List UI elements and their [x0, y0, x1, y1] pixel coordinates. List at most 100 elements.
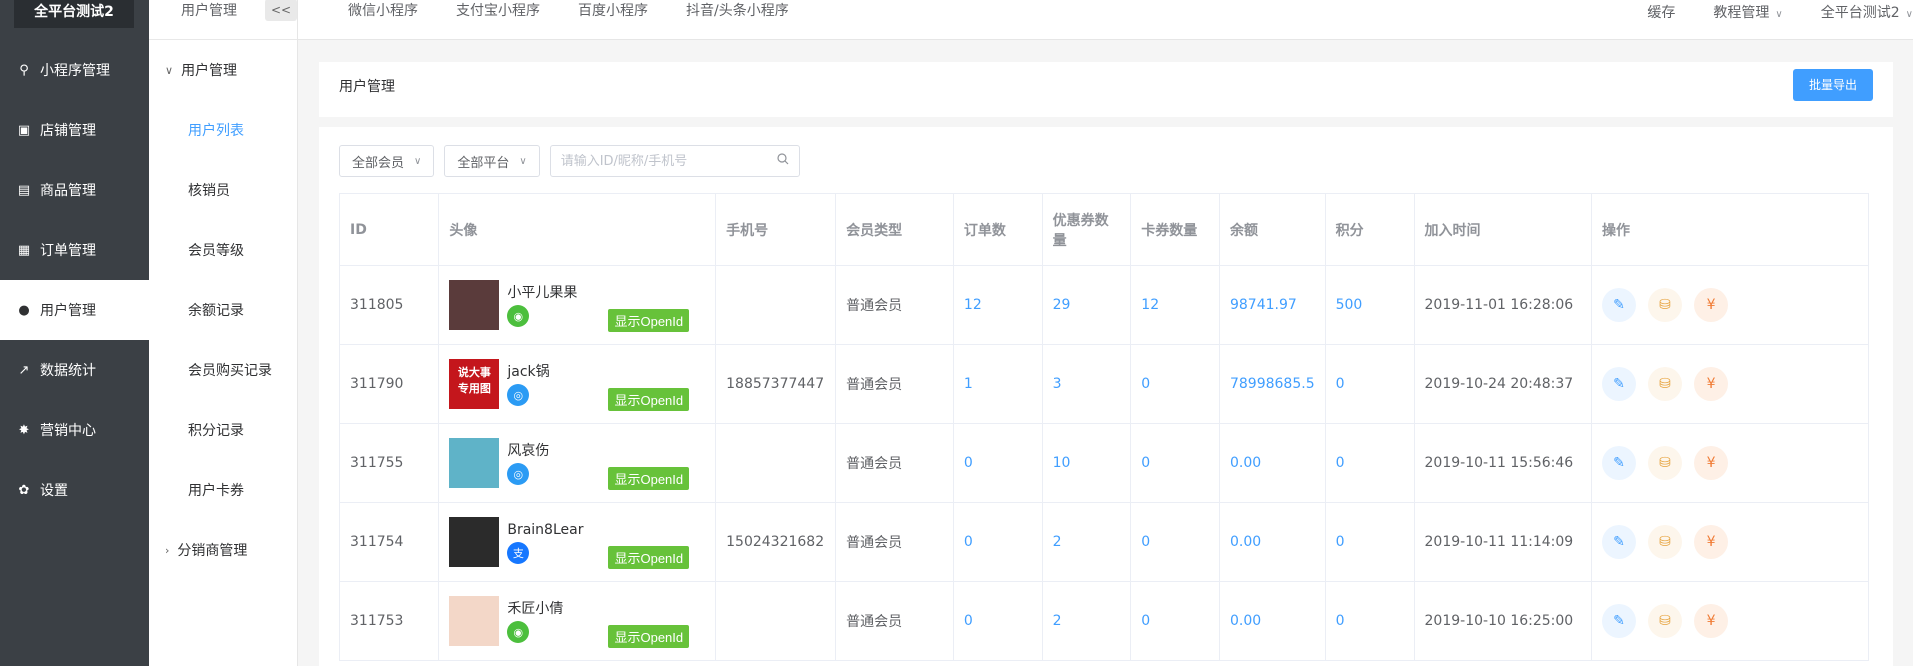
cell-coupons[interactable]: 10 — [1042, 423, 1132, 503]
search-input[interactable] — [560, 153, 761, 169]
account-menu[interactable]: 全平台测试2 ∨ — [1821, 2, 1913, 22]
cell-cards[interactable]: 0 — [1130, 423, 1220, 503]
sub-item-4[interactable]: 会员购买记录 — [149, 340, 297, 400]
coins-icon[interactable]: ⛁ — [1648, 446, 1683, 480]
cell-orders[interactable]: 0 — [953, 502, 1043, 582]
edit-icon[interactable]: ✎ — [1602, 446, 1637, 480]
top-tab-2[interactable]: 百度小程序 — [578, 0, 648, 20]
chevron-down-icon: ∨ — [1775, 9, 1783, 20]
money-bag-icon[interactable]: ¥ — [1694, 367, 1729, 401]
top-tab-0[interactable]: 微信小程序 — [348, 0, 418, 20]
edit-icon[interactable]: ✎ — [1602, 604, 1637, 638]
cell-points[interactable]: 0 — [1325, 344, 1415, 424]
cell-actions: ✎ ⛁ ¥ — [1591, 265, 1869, 345]
show-openid-button[interactable]: 显示OpenId — [608, 309, 690, 332]
nav-item-7[interactable]: ✿ 设置 — [0, 460, 149, 520]
platform-wx-icon: ◉ — [507, 305, 530, 327]
nav-item-label: 设置 — [40, 483, 68, 499]
cell-cards[interactable]: 0 — [1130, 502, 1220, 582]
money-bag-icon[interactable]: ¥ — [1694, 446, 1729, 480]
money-bag-icon[interactable]: ¥ — [1694, 288, 1729, 322]
coins-icon[interactable]: ⛁ — [1648, 525, 1683, 559]
cell-points[interactable]: 0 — [1325, 502, 1415, 582]
sub-item-5[interactable]: 积分记录 — [149, 400, 297, 460]
cell-cards[interactable]: 0 — [1130, 581, 1220, 661]
platform-tt-icon: ◎ — [507, 384, 530, 406]
nav-item-5[interactable]: ↗ 数据统计 — [0, 340, 149, 400]
top-tab-3[interactable]: 抖音/头条小程序 — [686, 0, 789, 20]
cell-balance[interactable]: 0.00 — [1219, 423, 1326, 503]
nav-item-6[interactable]: ✸ 营销中心 — [0, 400, 149, 460]
sub-group-distributor[interactable]: › 分销商管理 — [149, 520, 297, 580]
show-openid-button[interactable]: 显示OpenId — [608, 388, 690, 411]
cell-points[interactable]: 500 — [1325, 265, 1415, 345]
nav-item-0[interactable]: ⚲ 小程序管理 — [0, 40, 149, 100]
cell-coupons[interactable]: 2 — [1042, 502, 1132, 582]
sub-item-3[interactable]: 余额记录 — [149, 280, 297, 340]
sub-item-1[interactable]: 核销员 — [149, 160, 297, 220]
money-bag-icon[interactable]: ¥ — [1694, 604, 1729, 638]
sub-group-user[interactable]: ∨ 用户管理 — [149, 40, 297, 100]
cell-orders[interactable]: 1 — [953, 344, 1043, 424]
cell-cards[interactable]: 12 — [1130, 265, 1220, 345]
nav-item-1[interactable]: ▣ 店铺管理 — [0, 100, 149, 160]
collapse-button[interactable]: << — [265, 0, 297, 21]
edit-icon[interactable]: ✎ — [1602, 288, 1637, 322]
link-icon: ⚲ — [19, 62, 29, 78]
platform-ali-icon: 支 — [507, 542, 530, 564]
nav-item-2[interactable]: ▤ 商品管理 — [0, 160, 149, 220]
sub-item-2[interactable]: 会员等级 — [149, 220, 297, 280]
show-openid-button[interactable]: 显示OpenId — [608, 625, 690, 648]
nav-item-3[interactable]: ▦ 订单管理 — [0, 220, 149, 280]
cell-coupons[interactable]: 2 — [1042, 581, 1132, 661]
cell-orders[interactable]: 0 — [953, 581, 1043, 661]
main-sidebar: 全平台测试2 ⚲ 小程序管理 ▣ 店铺管理 ▤ 商品管理 ▦ 订单管理 ● 用户管理 ↗ 数据统计 ✸ 营… — [0, 0, 149, 666]
cell-orders[interactable]: 12 — [953, 265, 1043, 345]
edit-icon[interactable]: ✎ — [1602, 525, 1637, 559]
avatar — [449, 280, 500, 330]
cell-cards[interactable]: 0 — [1130, 344, 1220, 424]
cell-balance[interactable]: 0.00 — [1219, 502, 1326, 582]
column-header: 头像 — [438, 193, 717, 266]
top-tab-1[interactable]: 支付宝小程序 — [456, 0, 540, 20]
platform-filter-select[interactable]: 全部平台 ∨ — [444, 145, 540, 177]
nav-item-4[interactable]: ● 用户管理 — [0, 280, 149, 340]
coins-icon[interactable]: ⛁ — [1648, 604, 1683, 638]
tutorial-menu[interactable]: 教程管理 ∨ — [1713, 2, 1782, 22]
table-row: 311754 Brain8Lear 支 显示OpenId 15024321682… — [338, 502, 1869, 582]
platform-wx-icon: ◉ — [507, 621, 530, 643]
avatar — [449, 596, 500, 646]
cell-coupons[interactable]: 3 — [1042, 344, 1132, 424]
coins-icon[interactable]: ⛁ — [1648, 288, 1683, 322]
sub-item-0[interactable]: 用户列表 — [149, 100, 297, 160]
cell-phone — [715, 581, 837, 661]
cell-coupons[interactable]: 29 — [1042, 265, 1132, 345]
edit-icon[interactable]: ✎ — [1602, 367, 1637, 401]
cell-points[interactable]: 0 — [1325, 423, 1415, 503]
batch-export-button[interactable]: 批量导出 — [1793, 68, 1873, 101]
show-openid-button[interactable]: 显示OpenId — [608, 467, 690, 490]
cell-balance[interactable]: 98741.97 — [1219, 265, 1326, 345]
cell-orders[interactable]: 0 — [953, 423, 1043, 503]
cell-avatar: 禾匠小倩 ◉ 显示OpenId — [438, 581, 717, 661]
coins-icon[interactable]: ⛁ — [1648, 367, 1683, 401]
sub-item-6[interactable]: 用户卡券 — [149, 460, 297, 520]
member-filter-select[interactable]: 全部会员 ∨ — [339, 145, 435, 177]
cell-phone: 18857377447 — [715, 344, 837, 424]
cell-points[interactable]: 0 — [1325, 581, 1415, 661]
show-openid-button[interactable]: 显示OpenId — [608, 546, 690, 569]
cell-avatar: Brain8Lear 支 显示OpenId — [438, 502, 717, 582]
cell-balance[interactable]: 78998685.5 — [1219, 344, 1326, 424]
money-bag-icon[interactable]: ¥ — [1694, 525, 1729, 559]
cell-balance[interactable]: 0.00 — [1219, 581, 1326, 661]
brand-title: 全平台测试2 — [14, 0, 134, 28]
cell-member-type: 普通会员 — [835, 423, 954, 503]
cache-link[interactable]: 缓存 — [1647, 2, 1675, 22]
cell-member-type: 普通会员 — [835, 581, 954, 661]
cell-avatar: 说大事专用图 jack锅 ◎ 显示OpenId — [438, 344, 717, 424]
tutorial-label: 教程管理 — [1713, 5, 1770, 21]
column-header: 手机号 — [715, 193, 837, 266]
search-icon[interactable] — [777, 153, 789, 169]
column-header: 积分 — [1325, 193, 1415, 266]
order-icon: ▦ — [17, 242, 31, 258]
